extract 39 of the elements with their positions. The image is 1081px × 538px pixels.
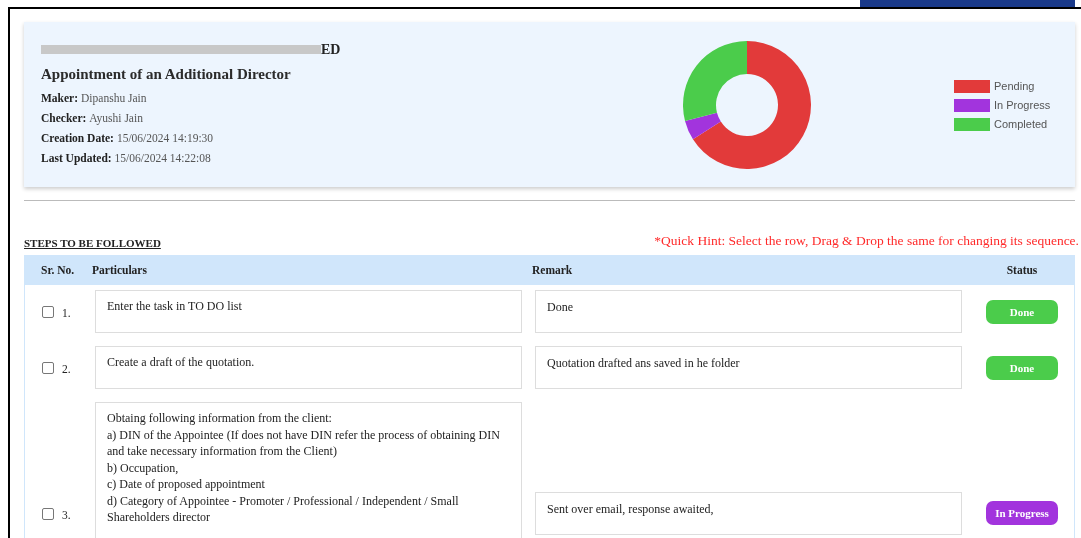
detail-value: 15/06/2024 14:19:30 <box>116 130 214 146</box>
particulars-line: d) Category of Appointee - Promoter / Professional / Independent / Small Shareholders director <box>107 492 460 526</box>
particulars-line: a) DIN of the Appointee (If does not have DIN refer the process of obtaining DIN and take necessary information from the Client) <box>107 426 501 460</box>
particulars-line: Enter the task in TO DO list <box>107 298 243 315</box>
particulars-line: Create a draft of the quotation. <box>107 354 256 371</box>
row-number: 1. <box>62 306 71 322</box>
company-name: ED <box>321 40 341 59</box>
particulars-line: b) Occupation, <box>107 459 180 477</box>
column-header: Remark <box>532 263 574 279</box>
particulars-field[interactable] <box>95 402 522 538</box>
detail-value: Ayushi Jain <box>89 110 143 127</box>
status-button[interactable]: In Progress <box>986 501 1058 526</box>
remark-field[interactable]: Sent over email, response awaited, <box>535 491 962 535</box>
legend-label: Pending <box>994 78 1035 94</box>
legend-label: In Progress <box>994 97 1051 113</box>
column-header: Particulars <box>92 263 148 279</box>
column-header: Status <box>1005 263 1039 279</box>
row-number: 2. <box>62 362 71 378</box>
particulars-field[interactable]: Enter the task in TO DO list <box>95 290 522 334</box>
particulars-line: c) Date of proposed appointment <box>107 476 266 493</box>
legend-label: Completed <box>994 116 1048 132</box>
column-header: Sr. No. <box>40 263 76 279</box>
detail-value: Dipanshu Jain <box>81 90 147 107</box>
particulars-line: Obtaing following information from the client: <box>107 410 333 427</box>
task-title: Appointment of an Additional Director <box>41 65 292 84</box>
detail-label: Maker: <box>41 90 79 106</box>
row-checkbox[interactable] <box>42 306 54 319</box>
detail-label: Last Updated: <box>41 150 112 167</box>
row-checkbox[interactable] <box>42 507 54 520</box>
remark-field[interactable]: Quotation drafted ans saved in he folder <box>535 346 962 390</box>
section-heading: STEPS TO BE FOLLOWED <box>24 235 161 251</box>
detail-value: 15/06/2024 14:22:08 <box>114 150 211 166</box>
remark-field[interactable]: Done <box>535 290 962 334</box>
detail-label: Checker: <box>41 110 87 126</box>
row-number: 3. <box>62 507 71 523</box>
hint-text: *Quick Hint: Select the row, Drag & Drop the same for changing its sequence. <box>654 232 1079 250</box>
row-checkbox[interactable] <box>42 362 54 375</box>
detail-label: Creation Date: <box>41 130 114 146</box>
particulars-field[interactable]: Create a draft of the quotation. <box>95 346 522 390</box>
